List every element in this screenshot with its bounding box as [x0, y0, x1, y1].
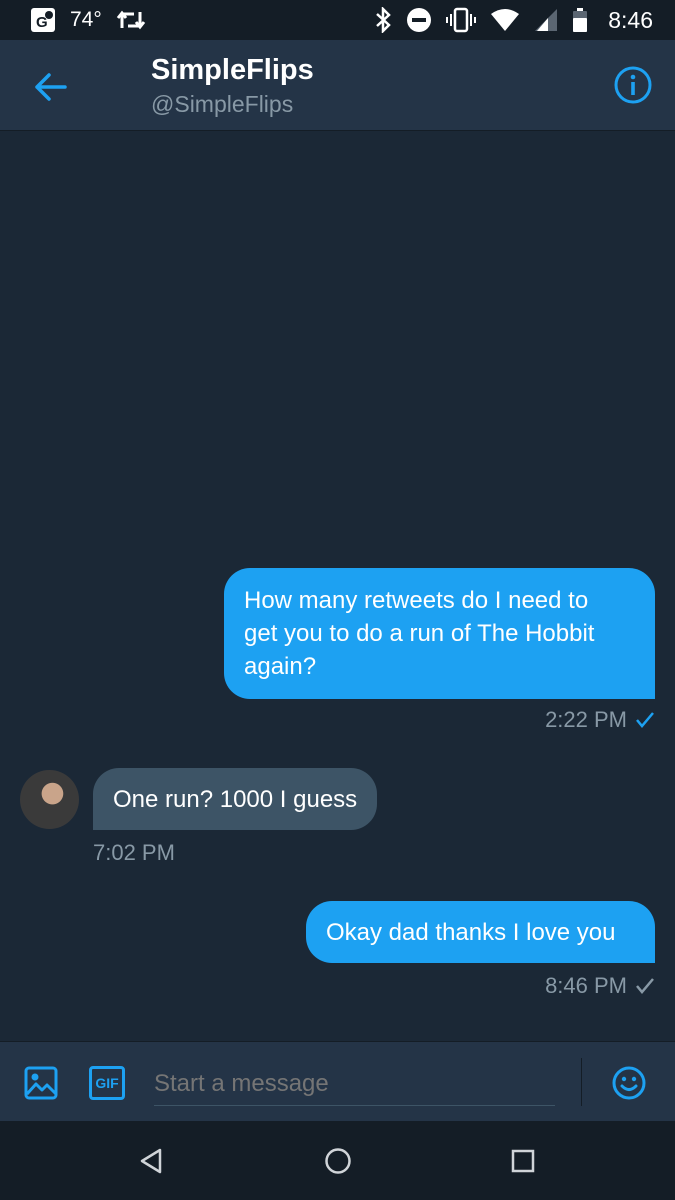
do-not-disturb-icon: [406, 7, 432, 33]
sent-checkmark-icon: [636, 978, 654, 994]
triangle-back-icon: [140, 1148, 162, 1174]
conversation-header: SimpleFlips @SimpleFlips: [0, 40, 675, 131]
message-composer: GIF: [0, 1041, 675, 1121]
wifi-icon: [490, 8, 520, 32]
message-line: again?: [244, 653, 317, 680]
vibrate-icon: [446, 7, 477, 33]
gif-label: GIF: [95, 1075, 119, 1091]
status-right: 8:46: [374, 7, 653, 34]
maps-notification-icon: G: [30, 7, 56, 33]
outgoing-message-bubble[interactable]: Okay dad thanks I love you: [306, 901, 655, 963]
system-nav-bar: [0, 1121, 675, 1200]
conversation-handle: @SimpleFlips: [151, 91, 294, 117]
avatar[interactable]: [20, 770, 79, 829]
status-bar: G 74° 8:46: [0, 0, 675, 40]
conversation-title: SimpleFlips: [151, 54, 314, 86]
temperature-text: 74°: [70, 8, 102, 31]
image-icon: [24, 1066, 58, 1100]
message-timestamp: 8:46 PM: [545, 973, 627, 998]
info-button[interactable]: [613, 65, 653, 105]
smiley-icon: [612, 1066, 646, 1100]
composer-divider: [581, 1058, 582, 1106]
back-button[interactable]: [30, 67, 70, 107]
info-icon: [614, 66, 652, 104]
nav-back-button[interactable]: [138, 1147, 164, 1175]
cell-signal-icon: [534, 8, 558, 32]
bluetooth-icon: [374, 7, 392, 33]
arrow-left-icon: [35, 73, 67, 101]
emoji-button[interactable]: [612, 1066, 646, 1100]
nav-home-button[interactable]: [324, 1147, 352, 1175]
retweet-notification-icon: [116, 8, 146, 32]
nav-recents-button[interactable]: [511, 1149, 535, 1173]
square-recents-icon: [511, 1149, 535, 1173]
message-timestamp: 2:22 PM: [545, 707, 627, 732]
message-text: Okay dad thanks I love you: [326, 919, 616, 946]
message-timestamp: 7:02 PM: [93, 840, 175, 865]
message-line: get you to do a run of The Hobbit: [244, 620, 595, 647]
message-meta: 8:46 PM: [545, 973, 655, 999]
message-meta: 7:02 PM: [93, 840, 175, 866]
message-text: One run? 1000 I guess: [113, 786, 358, 813]
incoming-message-bubble[interactable]: One run? 1000 I guess: [93, 768, 378, 830]
battery-icon: [572, 7, 588, 33]
read-checkmark-icon: [636, 712, 654, 728]
status-left: G 74°: [30, 7, 146, 33]
gif-button[interactable]: GIF: [89, 1066, 125, 1100]
clock-text: 8:46: [608, 6, 653, 33]
message-meta: 2:22 PM: [545, 707, 655, 733]
message-line: How many retweets do I need to: [244, 587, 589, 614]
message-input[interactable]: [154, 1058, 555, 1106]
circle-home-icon: [325, 1148, 351, 1174]
outgoing-message-bubble[interactable]: How many retweets do I need to get you t…: [224, 568, 655, 699]
image-button[interactable]: [24, 1066, 58, 1100]
